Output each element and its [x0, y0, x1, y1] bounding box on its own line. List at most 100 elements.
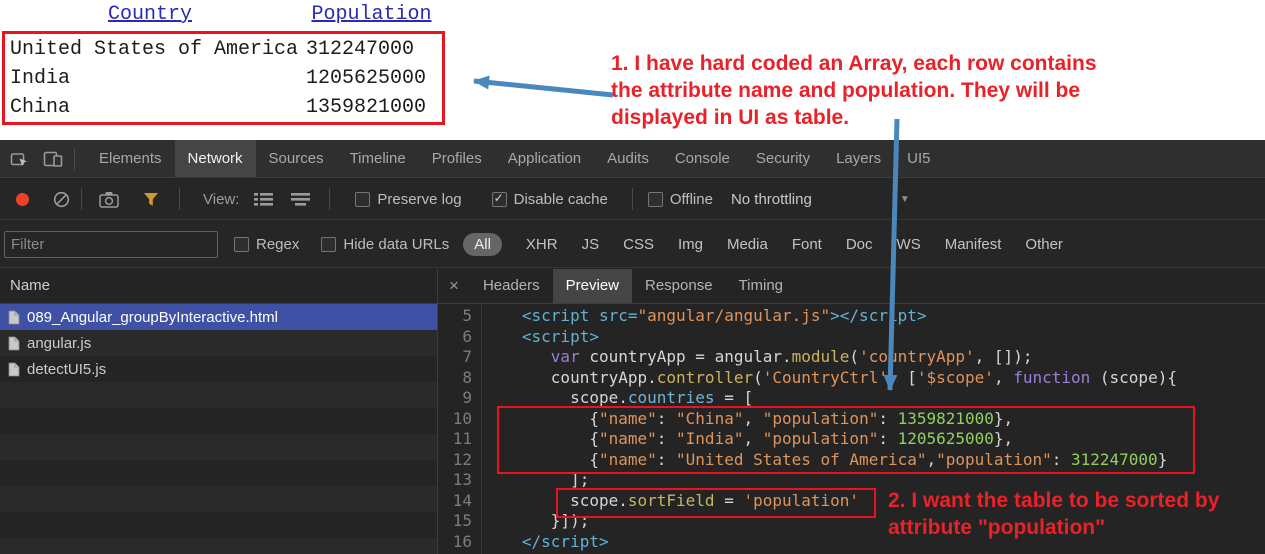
main-tab-sources[interactable]: Sources [256, 140, 337, 177]
code-line: <script src="angular/angular.js"></scrip… [493, 306, 927, 325]
disable-cache-checkbox[interactable] [491, 191, 507, 207]
throttling-select[interactable]: No throttling [731, 191, 812, 208]
annotation-line: displayed in UI as table. [611, 106, 850, 129]
main-tab-strip: Elements Network Sources Timeline Profiles Ap… [86, 139, 943, 178]
view-list-icon[interactable] [253, 191, 274, 207]
throttling-caret-icon[interactable]: ▼ [900, 194, 910, 205]
offline-checkbox[interactable] [647, 191, 663, 207]
toolbar-separator [74, 147, 75, 170]
main-tab-elements[interactable]: Elements [86, 140, 175, 177]
toolbar-separator [81, 188, 82, 210]
request-list-panel: Name 089_Angular_groupByInteractive.html… [0, 269, 437, 554]
arrow-to-table [473, 75, 614, 98]
code-line: countryApp.controller('CountryCtrl', ['$… [493, 367, 1177, 387]
type-filter-js[interactable]: JS [582, 236, 600, 253]
country-table-header: Country Population [2, 3, 445, 26]
main-tab-ui5[interactable]: UI5 [894, 140, 943, 177]
request-row[interactable]: detectUI5.js [0, 356, 437, 382]
toolbar-separator [179, 188, 180, 210]
screenshot-camera-icon[interactable] [99, 191, 119, 208]
hide-data-urls-checkbox[interactable] [321, 236, 337, 252]
main-tab-profiles[interactable]: Profiles [419, 140, 495, 177]
type-filter-media[interactable]: Media [727, 236, 768, 253]
line-number: 6 [462, 326, 472, 346]
line-number: 8 [462, 367, 472, 387]
country-table-highlight-box: United States of America 312247000 India… [2, 31, 445, 125]
detail-tabbar: × Headers Preview Response Timing [438, 269, 1265, 304]
table-row: United States of America 312247000 [5, 35, 442, 64]
type-filter-xhr[interactable]: XHR [526, 236, 558, 253]
code-line: var countryApp = angular.module('country… [550, 347, 1033, 366]
main-tab-application[interactable]: Application [495, 140, 594, 177]
line-number: 13 [452, 470, 472, 489]
request-list-body: 089_Angular_groupByInteractive.html angul… [0, 304, 437, 554]
preserve-log-checkbox[interactable] [355, 191, 371, 207]
type-filter-img[interactable]: Img [678, 236, 703, 253]
type-filter-other[interactable]: Other [1025, 236, 1063, 253]
population-cell: 1359821000 [306, 96, 427, 119]
type-filter-manifest[interactable]: Manifest [945, 236, 1002, 253]
preserve-log-label: Preserve log [377, 190, 462, 208]
filter-input[interactable] [4, 230, 218, 258]
table-row: China 1359821000 [5, 93, 442, 122]
filter-funnel-icon[interactable] [143, 192, 159, 207]
annotation-note-1: 1. I have hard coded an Array, each row … [611, 50, 1097, 131]
annotation-line: 1. I have hard coded an Array, each row … [611, 52, 1097, 75]
main-tab-audits[interactable]: Audits [594, 140, 662, 177]
code-gutter: 5 6 7 8 9 10 11 12 13 14 15 16 [438, 304, 482, 554]
device-toolbar-icon[interactable] [43, 150, 63, 168]
line-number: 14 [452, 490, 472, 510]
inspect-element-icon[interactable] [9, 149, 29, 169]
country-column-header: Country [107, 3, 192, 26]
request-row-empty [0, 408, 437, 434]
type-filter-font[interactable]: Font [792, 236, 822, 253]
main-tab-timeline[interactable]: Timeline [337, 140, 419, 177]
regex-checkbox[interactable] [234, 236, 249, 252]
request-name: detectUI5.js [27, 360, 107, 378]
annotation-line: attribute "population" [888, 516, 1106, 539]
network-filter-bar: Regex Hide data URLs All XHR JS CSS Img Media… [0, 221, 1265, 268]
type-filter-doc[interactable]: Doc [846, 236, 873, 253]
line-number: 12 [452, 449, 472, 469]
population-column-header: Population [311, 3, 432, 26]
panel-tab-headers[interactable]: Headers [470, 269, 553, 303]
close-icon[interactable]: × [438, 276, 470, 296]
type-filter-ws[interactable]: WS [897, 236, 921, 253]
type-filter-all[interactable]: All [463, 232, 502, 256]
panel-divider[interactable] [437, 269, 438, 554]
country-cell: United States of America [10, 38, 299, 61]
request-row-empty [0, 512, 437, 538]
view-overview-icon[interactable] [290, 191, 311, 207]
request-row-empty [0, 434, 437, 460]
type-filter-css[interactable]: CSS [623, 236, 654, 253]
code-line: <script> [493, 326, 599, 346]
main-tab-network[interactable]: Network [174, 139, 256, 177]
request-row-empty [0, 486, 437, 512]
main-tab-console[interactable]: Console [662, 140, 743, 177]
population-cell: 312247000 [306, 38, 415, 61]
devtools-main-tabbar: Elements Network Sources Timeline Profiles Ap… [0, 139, 1265, 178]
file-icon [8, 362, 20, 376]
main-tab-layers[interactable]: Layers [823, 140, 894, 177]
country-cell: China [10, 96, 71, 119]
panel-tab-preview[interactable]: Preview [552, 269, 632, 303]
offline-label: Offline [669, 190, 713, 208]
annotation-note-2: 2. I want the table to be sorted by attr… [888, 487, 1219, 541]
toolbar-separator [329, 188, 331, 210]
panel-tab-timing[interactable]: Timing [726, 269, 796, 303]
disable-cache-label: Disable cache [513, 190, 608, 208]
code-line: scope.countries = [ [493, 388, 754, 407]
request-row-empty [0, 538, 437, 554]
request-row[interactable]: angular.js [0, 330, 437, 356]
hide-data-urls-label: Hide data URLs [343, 235, 450, 253]
code-line: {"name": "China", "population": 13598210… [493, 408, 1014, 428]
panel-tab-strip: Headers Preview Response Timing [470, 269, 796, 303]
panel-tab-response[interactable]: Response [632, 269, 726, 303]
network-toolbar: View: Preserve log Disable cache Offline… [0, 179, 1265, 220]
clear-icon[interactable] [53, 191, 70, 208]
main-tab-security[interactable]: Security [743, 140, 823, 177]
record-button[interactable] [16, 192, 29, 206]
line-number: 5 [462, 306, 472, 325]
code-line: {"name": "India", "population": 12056250… [493, 429, 1014, 448]
request-row[interactable]: 089_Angular_groupByInteractive.html [0, 304, 437, 330]
